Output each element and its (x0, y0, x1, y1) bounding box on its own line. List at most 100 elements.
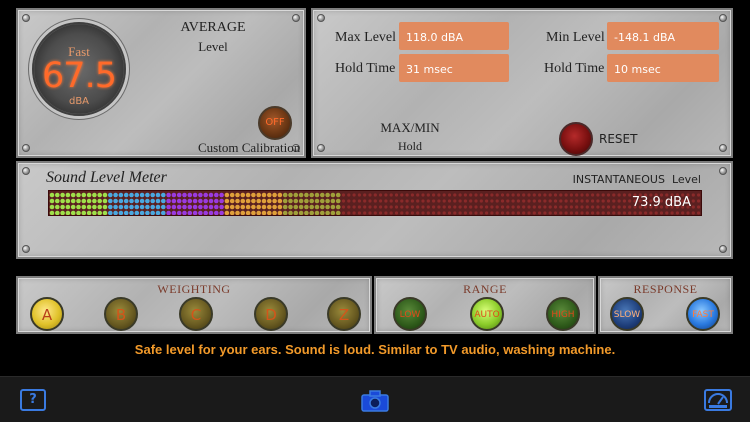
meter-settings-icon[interactable] (704, 389, 732, 411)
meter-led-lit (129, 204, 134, 210)
meter-led-unlit (638, 211, 642, 215)
meter-led-lit (229, 204, 235, 210)
response-fast-button[interactable]: FAST (686, 297, 720, 331)
meter-led-unlit (691, 199, 695, 203)
meter-led-lit (161, 204, 166, 210)
meter-led-unlit (479, 211, 483, 215)
meter-led-unlit (442, 193, 446, 197)
meter-led-lit (171, 210, 177, 215)
meter-led-unlit (601, 199, 605, 203)
meter-led-unlit (426, 205, 430, 209)
meter-led-unlit (591, 193, 595, 197)
meter-led-lit (97, 192, 102, 198)
range-low-button[interactable]: LOW (393, 297, 427, 331)
meter-led-unlit (373, 205, 377, 209)
meter-led-lit (86, 210, 92, 215)
instantaneous-title: INSTANTANEOUS (572, 173, 665, 186)
meter-led-lit (86, 192, 92, 198)
meter-led-unlit (373, 193, 377, 197)
meter-led-lit (176, 204, 182, 210)
meter-led-lit (330, 210, 336, 215)
meter-led-lit (320, 192, 325, 198)
range-auto-button[interactable]: AUTO (470, 297, 504, 331)
meter-led-unlit (606, 199, 611, 203)
meter-led-lit (113, 204, 118, 210)
meter-led-unlit (352, 193, 356, 197)
meter-led-unlit (479, 205, 483, 209)
meter-led-unlit (341, 211, 346, 215)
meter-led-unlit (606, 205, 611, 209)
meter-led-unlit (495, 205, 499, 209)
meter-led-unlit (511, 205, 515, 209)
meter-led-unlit (442, 211, 446, 215)
meter-led-lit (187, 192, 193, 198)
meter-led-unlit (485, 211, 489, 215)
meter-led-unlit (691, 205, 695, 209)
calibration-toggle-button[interactable]: OFF (258, 106, 292, 140)
weighting-b-button[interactable]: B (104, 297, 138, 331)
meter-led-unlit (575, 205, 579, 209)
exposure-advice-text: Safe level for your ears. Sound is loud.… (134, 342, 616, 357)
weighting-a-button[interactable]: A (30, 297, 64, 331)
sound-level-meter-panel: Sound Level Meter INSTANTANEOUS Level 73… (16, 161, 733, 259)
meter-led-unlit (585, 205, 589, 209)
meter-led-unlit (697, 199, 701, 203)
meter-led-lit (272, 204, 277, 210)
meter-led-lit (203, 198, 208, 204)
meter-led-lit (298, 204, 304, 210)
meter-led-unlit (458, 193, 462, 197)
meter-led-lit (118, 198, 124, 204)
meter-led-unlit (527, 205, 531, 209)
min-level-label: Min Level (546, 30, 605, 45)
meter-led-unlit (437, 193, 441, 197)
meter-led-unlit (532, 205, 536, 209)
weighting-z-button[interactable]: Z (327, 297, 361, 331)
help-icon[interactable]: ? (20, 389, 46, 411)
meter-led-unlit (559, 193, 563, 197)
meter-led-unlit (644, 211, 648, 215)
meter-led-lit (314, 210, 320, 215)
meter-led-unlit (538, 205, 542, 209)
meter-led-unlit (384, 193, 388, 197)
meter-led-lit (251, 204, 256, 210)
gauge-unit: dBA (68, 96, 90, 107)
gauge-value: 67.5 (42, 56, 117, 96)
meter-led-unlit (538, 193, 542, 197)
meter-led-unlit (569, 199, 574, 203)
meter-led-unlit (516, 193, 520, 197)
weighting-panel: WEIGHTING A B C D Z (16, 276, 372, 334)
meter-led-unlit (553, 211, 558, 215)
meter-led-lit (293, 198, 299, 204)
meter-led-unlit (352, 205, 356, 209)
camera-icon[interactable] (361, 390, 389, 412)
range-high-button[interactable]: HIGH (546, 297, 580, 331)
meter-led-unlit (363, 199, 367, 203)
meter-led-unlit (543, 199, 547, 203)
range-panel: RANGE LOW AUTO HIGH (374, 276, 596, 334)
meter-led-unlit (442, 205, 446, 209)
meter-led-lit (55, 192, 60, 198)
meter-led-unlit (469, 193, 473, 197)
meter-led-lit (187, 198, 193, 204)
weighting-c-button[interactable]: C (179, 297, 213, 331)
meter-led-lit (76, 204, 81, 210)
meter-led-unlit (543, 205, 547, 209)
meter-led-lit (176, 210, 182, 215)
meter-led-unlit (617, 211, 621, 215)
meter-led-lit (325, 204, 330, 210)
meter-led-lit (171, 204, 177, 210)
weighting-d-button[interactable]: D (254, 297, 288, 331)
meter-led-unlit (569, 193, 574, 197)
meter-led-lit (76, 198, 81, 204)
meter-led-unlit (463, 211, 467, 215)
meter-led-unlit (463, 193, 467, 197)
reset-button[interactable] (559, 122, 593, 156)
max-level-value: 118.0 dBA (399, 22, 509, 50)
meter-led-unlit (463, 199, 467, 203)
response-slow-button[interactable]: SLOW (610, 297, 644, 331)
meter-led-unlit (341, 199, 346, 203)
meter-led-lit (330, 198, 336, 204)
meter-led-lit (192, 210, 198, 215)
meter-led-unlit (447, 205, 452, 209)
meter-led-lit (81, 204, 87, 210)
